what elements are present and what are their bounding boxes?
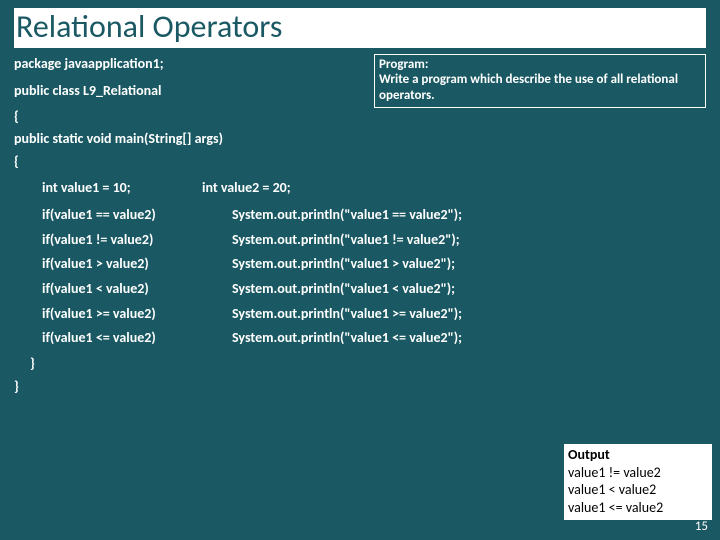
if-cond: if(value1 != value2) xyxy=(42,230,232,250)
brace-open-2: { xyxy=(14,152,706,172)
if-cond: if(value1 > value2) xyxy=(42,254,232,274)
brace-close-1: } xyxy=(14,377,706,397)
if-body: System.out.println("value1 >= value2"); xyxy=(232,304,706,324)
output-box: Output value1 != value2 value1 < value2 … xyxy=(564,444,712,520)
page-title: Relational Operators xyxy=(14,8,706,48)
if-cond: if(value1 <= value2) xyxy=(42,328,232,348)
code-body: int value1 = 10; int value2 = 20; if(val… xyxy=(14,178,706,348)
output-line: value1 < value2 xyxy=(568,481,708,499)
code-row: if(value1 > value2) System.out.println("… xyxy=(42,254,706,274)
code-row: if(value1 >= value2) System.out.println(… xyxy=(42,304,706,324)
if-body: System.out.println("value1 == value2"); xyxy=(232,205,706,225)
content-area: Program: Write a program which describe … xyxy=(14,54,706,397)
if-cond: if(value1 >= value2) xyxy=(42,304,232,324)
code-main-sig: public static void main(String[] args) xyxy=(14,129,706,149)
output-line: value1 <= value2 xyxy=(568,499,708,517)
slide: Relational Operators Program: Write a pr… xyxy=(0,0,720,540)
code-row: if(value1 != value2) System.out.println(… xyxy=(42,230,706,250)
code-row: if(value1 < value2) System.out.println("… xyxy=(42,279,706,299)
page-number: 15 xyxy=(695,519,708,534)
brace-open-1: { xyxy=(14,107,706,127)
decl-value2: int value2 = 20; xyxy=(202,178,291,198)
if-body: System.out.println("value1 <= value2"); xyxy=(232,328,706,348)
output-line: value1 != value2 xyxy=(568,464,708,482)
title-text: Relational Operators xyxy=(16,7,282,46)
if-cond: if(value1 == value2) xyxy=(42,205,232,225)
brace-close-2: } xyxy=(14,354,706,374)
code-package: package javaapplication1; xyxy=(14,54,706,74)
if-body: System.out.println("value1 > value2"); xyxy=(232,254,706,274)
if-cond: if(value1 < value2) xyxy=(42,279,232,299)
output-heading: Output xyxy=(568,446,708,464)
decl-value1: int value1 = 10; xyxy=(42,178,202,198)
code-block: package javaapplication1; public class L… xyxy=(14,54,706,397)
code-class: public class L9_Relational xyxy=(14,81,706,101)
if-body: System.out.println("value1 != value2"); xyxy=(232,230,706,250)
if-body: System.out.println("value1 < value2"); xyxy=(232,279,706,299)
code-row: if(value1 <= value2) System.out.println(… xyxy=(42,328,706,348)
code-row: if(value1 == value2) System.out.println(… xyxy=(42,205,706,225)
